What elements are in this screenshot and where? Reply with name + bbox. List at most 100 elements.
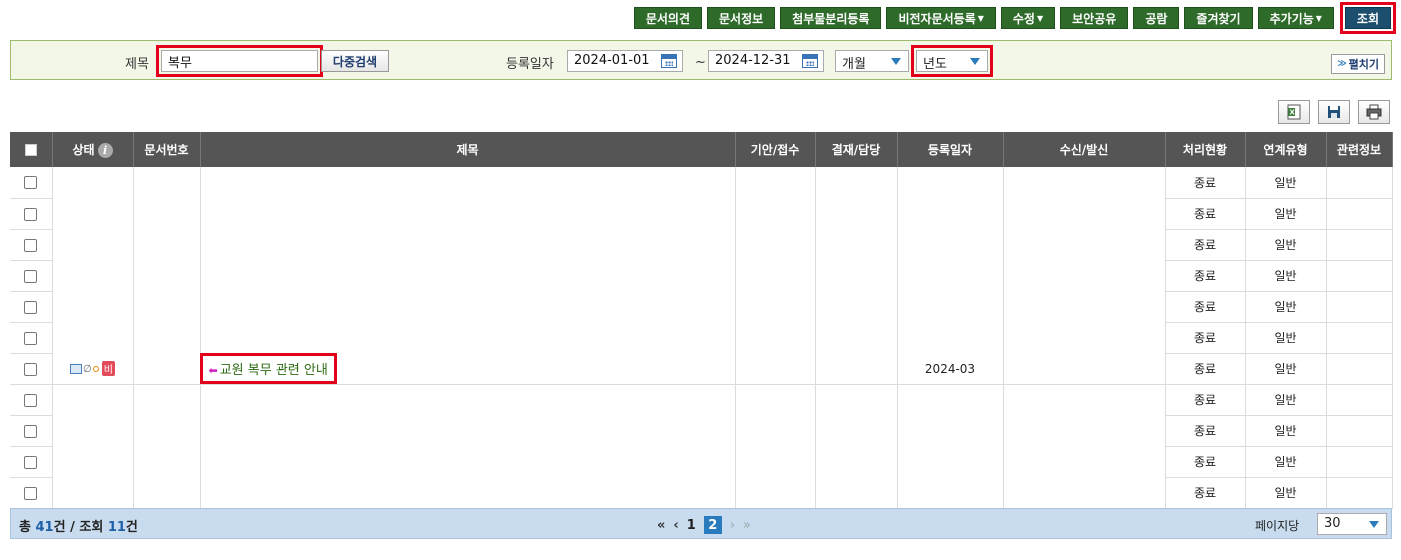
title-label: 제목 — [125, 57, 149, 72]
save-button[interactable] — [1318, 100, 1350, 124]
table-row[interactable]: 종료 일반 — [10, 229, 1393, 261]
expand-button[interactable]: ≫ 펼치기 — [1331, 54, 1385, 74]
table-row[interactable]: 종료 일반 — [10, 260, 1393, 292]
status-cell — [52, 415, 134, 446]
attachment-icon: ∅ — [83, 364, 92, 375]
doc-opinion-button[interactable]: 문서의견 — [633, 7, 702, 29]
link-type-cell: 일반 — [1245, 198, 1327, 230]
status-cell — [52, 322, 134, 353]
header-title[interactable]: 제목 — [200, 132, 736, 167]
period-select[interactable]: 개월 — [835, 50, 909, 72]
related-info-cell — [1326, 229, 1393, 261]
related-info-cell — [1326, 384, 1393, 416]
approval-cell — [815, 291, 898, 322]
row-checkbox[interactable] — [24, 455, 38, 469]
row-checkbox[interactable] — [24, 176, 38, 190]
approval-cell — [815, 229, 898, 260]
print-button[interactable] — [1358, 100, 1390, 124]
process-status-value: 종료 — [1193, 393, 1217, 407]
recv-send-cell — [1003, 260, 1166, 291]
header-process-status[interactable]: 처리현황 — [1165, 132, 1246, 167]
link-type-value: 일반 — [1274, 331, 1297, 345]
table-row[interactable]: 종료 일반 — [10, 291, 1393, 323]
link-type-value: 일반 — [1274, 455, 1297, 469]
header-related-info[interactable]: 관련정보 — [1326, 132, 1393, 167]
reg-date-cell — [897, 384, 1004, 415]
table-row[interactable]: 종료 일반 — [10, 167, 1393, 199]
row-select-cell — [10, 353, 53, 385]
header-draft-receive[interactable]: 기안/접수 — [735, 132, 816, 167]
per-page-select[interactable]: 30 — [1317, 513, 1387, 535]
attachment-split-button[interactable]: 첨부물분리등록 — [780, 7, 882, 29]
excel-export-button[interactable]: X — [1278, 100, 1310, 124]
favorites-button[interactable]: 즐겨찾기 — [1184, 7, 1253, 29]
link-type-cell: 일반 — [1245, 322, 1327, 354]
table-row[interactable]: 종료 일반 — [10, 477, 1393, 509]
header-approval[interactable]: 결재/담당 — [815, 132, 898, 167]
link-type-value: 일반 — [1274, 207, 1297, 221]
doc-number-cell — [133, 477, 201, 508]
doc-info-button[interactable]: 문서정보 — [707, 7, 776, 29]
link-type-value: 일반 — [1274, 238, 1297, 252]
row-checkbox[interactable] — [24, 393, 38, 407]
title-search-input[interactable] — [156, 45, 323, 77]
table-row[interactable]: 종료 일반 — [10, 415, 1393, 447]
row-checkbox[interactable] — [24, 269, 38, 283]
unit-select[interactable]: 년도 — [911, 45, 993, 77]
next-page-icon[interactable]: › — [730, 518, 735, 533]
security-share-button[interactable]: 보안공유 — [1060, 7, 1129, 29]
row-checkbox[interactable] — [24, 331, 38, 345]
calendar-icon[interactable] — [661, 54, 677, 68]
table-row[interactable]: ∅ 비 ⬅ 교원 복무 관련 안내 2024-03 종료 일반 — [10, 353, 1393, 385]
approval-cell — [815, 167, 898, 198]
page-2-current[interactable]: 2 — [703, 516, 722, 534]
header-recv-send[interactable]: 수신/발신 — [1003, 132, 1166, 167]
table-row[interactable]: 종료 일반 — [10, 384, 1393, 416]
process-status-cell: 종료 — [1165, 322, 1246, 354]
info-icon[interactable]: i — [97, 143, 113, 158]
recv-send-cell — [1003, 167, 1166, 198]
header-reg-date[interactable]: 등록일자 — [897, 132, 1004, 167]
search-submit-button[interactable]: 조회 — [1339, 2, 1397, 34]
row-checkbox[interactable] — [24, 486, 38, 500]
last-page-icon[interactable]: » — [743, 518, 751, 533]
non-electronic-register-button[interactable]: 비전자문서등록 ▼ — [886, 7, 996, 29]
edit-button[interactable]: 수정 ▼ — [1000, 7, 1056, 29]
table-row[interactable]: 종료 일반 — [10, 198, 1393, 230]
process-status-cell: 종료 — [1165, 446, 1246, 478]
title-cell — [200, 167, 736, 198]
related-info-cell — [1326, 446, 1393, 478]
doc-number-cell — [133, 229, 201, 260]
circulate-button[interactable]: 공람 — [1133, 7, 1180, 29]
reg-date-cell — [897, 415, 1004, 446]
date-to-input[interactable]: 2024-12-31 — [708, 50, 824, 72]
date-from-input[interactable]: 2024-01-01 — [567, 50, 683, 72]
svg-text:X: X — [1290, 109, 1296, 117]
row-select-cell — [10, 477, 53, 509]
table-footer: 총 41건 / 조회 11건 « ‹ 1 2 › » 페이지당 30 — [10, 508, 1392, 539]
calendar-icon[interactable] — [802, 54, 818, 68]
status-cell — [52, 198, 134, 229]
row-select-cell — [10, 291, 53, 323]
title-cell — [200, 415, 736, 446]
page-1[interactable]: 1 — [687, 518, 696, 533]
header-doc-number[interactable]: 문서번호 — [133, 132, 201, 167]
table-row[interactable]: 종료 일반 — [10, 322, 1393, 354]
first-page-icon[interactable]: « — [657, 518, 665, 533]
row-checkbox[interactable] — [24, 207, 38, 221]
prev-page-icon[interactable]: ‹ — [673, 518, 678, 533]
document-title-link[interactable]: 교원 복무 관련 안내 — [220, 363, 328, 378]
table-row[interactable]: 종료 일반 — [10, 446, 1393, 478]
header-link-type[interactable]: 연계유형 — [1245, 132, 1327, 167]
draft-cell — [735, 384, 816, 415]
select-all-checkbox[interactable] — [24, 144, 37, 156]
row-checkbox[interactable] — [24, 362, 38, 376]
more-functions-button[interactable]: 추가기능 ▼ — [1257, 7, 1334, 29]
row-checkbox[interactable] — [24, 424, 38, 438]
row-checkbox[interactable] — [24, 238, 38, 252]
row-checkbox[interactable] — [24, 300, 38, 314]
link-type-cell: 일반 — [1245, 477, 1327, 509]
process-status-value: 종료 — [1193, 424, 1217, 438]
multi-search-button[interactable]: 다중검색 — [321, 50, 389, 72]
status-badge: 비 — [101, 361, 115, 376]
